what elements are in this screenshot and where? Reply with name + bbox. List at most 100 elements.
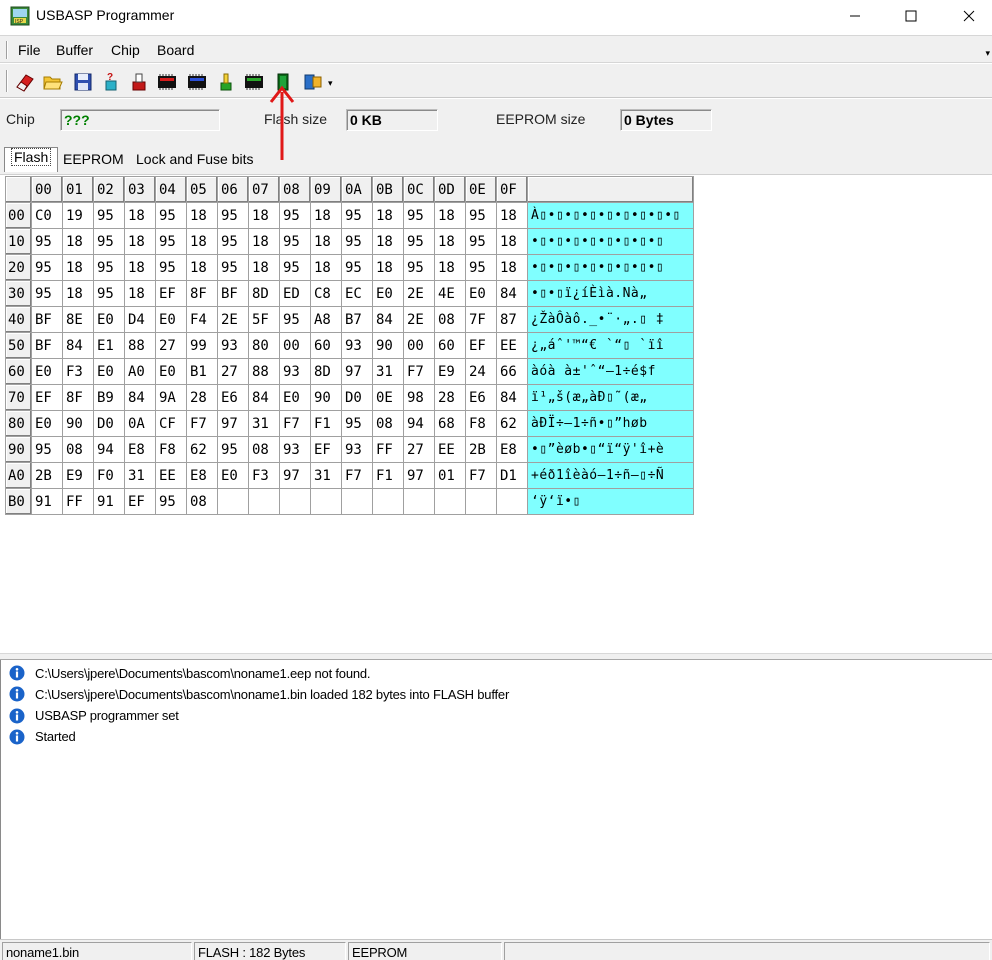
hex-byte-cell[interactable] — [434, 488, 466, 515]
menu-buffer[interactable]: Buffer — [56, 42, 93, 58]
hex-byte-cell[interactable]: F7 — [341, 462, 373, 489]
hex-ascii-cell[interactable]: àóà à±'ˆ“—1÷é$f — [527, 358, 694, 385]
hex-byte-cell[interactable]: EF — [465, 332, 497, 359]
hex-byte-cell[interactable]: E0 — [279, 384, 311, 411]
hex-byte-cell[interactable]: 80 — [248, 332, 280, 359]
hex-byte-cell[interactable]: 62 — [186, 436, 218, 463]
hex-byte-cell[interactable]: 95 — [465, 228, 497, 255]
hex-byte-cell[interactable]: E8 — [186, 462, 218, 489]
hex-byte-cell[interactable]: 95 — [465, 254, 497, 281]
hex-ascii-cell[interactable]: •▯•▯•▯•▯•▯•▯•▯•▯ — [527, 228, 694, 255]
hex-byte-cell[interactable]: 18 — [248, 228, 280, 255]
tab-flash[interactable]: Flash — [4, 147, 59, 172]
hex-byte-cell[interactable]: 95 — [217, 228, 249, 255]
hex-byte-cell[interactable]: EF — [31, 384, 63, 411]
hex-byte-cell[interactable]: 2B — [465, 436, 497, 463]
hex-byte-cell[interactable]: 88 — [124, 332, 156, 359]
hex-ascii-cell[interactable]: ¿„áˆ'™“€ `“▯ `ïî — [527, 332, 694, 359]
hex-byte-cell[interactable]: E0 — [372, 280, 404, 307]
hex-byte-cell[interactable]: 18 — [124, 228, 156, 255]
hex-byte-cell[interactable]: 90 — [372, 332, 404, 359]
hex-byte-cell[interactable]: F7 — [186, 410, 218, 437]
hex-byte-cell[interactable]: 87 — [496, 306, 528, 333]
menu-overflow-icon[interactable]: ▾ — [985, 48, 990, 59]
hex-byte-cell[interactable]: D0 — [341, 384, 373, 411]
hex-byte-cell[interactable]: 18 — [372, 228, 404, 255]
hex-byte-cell[interactable]: 97 — [217, 410, 249, 437]
hex-byte-cell[interactable]: 8D — [310, 358, 342, 385]
hex-byte-cell[interactable]: 18 — [372, 202, 404, 229]
hex-byte-cell[interactable]: D0 — [93, 410, 125, 437]
save-file-icon[interactable] — [72, 71, 94, 93]
hex-byte-cell[interactable]: F0 — [93, 462, 125, 489]
hex-byte-cell[interactable]: 01 — [434, 462, 466, 489]
hex-ascii-cell[interactable]: ¿ŽàÔàô._•¨·„.▯ ‡ — [527, 306, 694, 333]
hex-byte-cell[interactable]: F7 — [279, 410, 311, 437]
hex-byte-cell[interactable]: 95 — [279, 254, 311, 281]
hex-byte-cell[interactable]: 94 — [403, 410, 435, 437]
erase-chip-icon[interactable] — [14, 71, 36, 93]
hex-byte-cell[interactable]: 93 — [217, 332, 249, 359]
hex-byte-cell[interactable] — [217, 488, 249, 515]
hex-byte-cell[interactable] — [496, 488, 528, 515]
hex-byte-cell[interactable]: 95 — [403, 254, 435, 281]
read-chip-icon[interactable] — [186, 71, 208, 93]
hex-byte-cell[interactable]: 95 — [31, 436, 63, 463]
hex-byte-cell[interactable]: D1 — [496, 462, 528, 489]
hex-byte-cell[interactable]: 95 — [93, 280, 125, 307]
hex-byte-cell[interactable]: 8F — [62, 384, 94, 411]
hex-byte-cell[interactable]: 27 — [155, 332, 187, 359]
hex-byte-cell[interactable]: E6 — [217, 384, 249, 411]
hex-byte-cell[interactable]: 31 — [248, 410, 280, 437]
hex-ascii-cell[interactable]: +éð1îèàó—1÷ñ—▯÷Ñ — [527, 462, 694, 489]
hex-byte-cell[interactable]: 31 — [124, 462, 156, 489]
hex-byte-cell[interactable]: 18 — [248, 254, 280, 281]
hex-byte-cell[interactable]: 18 — [496, 228, 528, 255]
hex-byte-cell[interactable]: BF — [31, 332, 63, 359]
toolbar-dropdown-icon[interactable]: ▾ — [328, 78, 333, 89]
hex-byte-cell[interactable]: 95 — [279, 228, 311, 255]
hex-byte-cell[interactable]: 60 — [310, 332, 342, 359]
hex-byte-cell[interactable]: 84 — [248, 384, 280, 411]
verify-icon[interactable]: ? — [100, 71, 122, 93]
hex-byte-cell[interactable]: 18 — [372, 254, 404, 281]
hex-byte-cell[interactable]: 0E — [372, 384, 404, 411]
hex-byte-cell[interactable]: 99 — [186, 332, 218, 359]
hex-byte-cell[interactable]: D4 — [124, 306, 156, 333]
hex-byte-cell[interactable]: 60 — [434, 332, 466, 359]
hex-byte-cell[interactable] — [465, 488, 497, 515]
hex-byte-cell[interactable]: 18 — [434, 254, 466, 281]
hex-byte-cell[interactable]: 95 — [155, 228, 187, 255]
hex-byte-cell[interactable]: 19 — [62, 202, 94, 229]
hex-byte-cell[interactable]: 18 — [186, 228, 218, 255]
hex-ascii-cell[interactable]: àÐÏ÷—1÷ñ•▯”høb — [527, 410, 694, 437]
tab-eeprom[interactable]: EEPROM — [57, 150, 130, 172]
hex-byte-cell[interactable]: E6 — [465, 384, 497, 411]
hex-byte-cell[interactable]: 90 — [310, 384, 342, 411]
hex-byte-cell[interactable]: 5F — [248, 306, 280, 333]
hex-byte-cell[interactable]: 0A — [124, 410, 156, 437]
hex-byte-cell[interactable]: E8 — [496, 436, 528, 463]
panel-splitter[interactable] — [0, 653, 992, 660]
hex-byte-cell[interactable]: 31 — [310, 462, 342, 489]
hex-byte-cell[interactable]: 18 — [248, 202, 280, 229]
hex-byte-cell[interactable]: E1 — [93, 332, 125, 359]
hex-byte-cell[interactable]: E0 — [217, 462, 249, 489]
hex-byte-cell[interactable]: 90 — [62, 410, 94, 437]
hex-byte-cell[interactable]: 95 — [279, 202, 311, 229]
hex-byte-cell[interactable]: 95 — [31, 280, 63, 307]
hex-byte-cell[interactable]: 84 — [124, 384, 156, 411]
hex-byte-cell[interactable]: FF — [62, 488, 94, 515]
hex-byte-cell[interactable]: 28 — [186, 384, 218, 411]
hex-byte-cell[interactable]: 08 — [372, 410, 404, 437]
write-chip-icon[interactable] — [156, 71, 178, 93]
hex-byte-cell[interactable]: 18 — [434, 228, 466, 255]
hex-byte-cell[interactable]: 98 — [403, 384, 435, 411]
hex-byte-cell[interactable]: 18 — [186, 254, 218, 281]
hex-byte-cell[interactable]: EF — [155, 280, 187, 307]
menu-board[interactable]: Board — [157, 42, 194, 58]
hex-byte-cell[interactable]: E0 — [465, 280, 497, 307]
hex-byte-cell[interactable]: E0 — [31, 410, 63, 437]
hex-byte-cell[interactable]: 93 — [279, 436, 311, 463]
hex-grid[interactable]: 00 01 02 03 04 05 06 07 08 09 0A 0B 0C 0D 0E 0F 00 C0 19 9… — [5, 176, 694, 515]
